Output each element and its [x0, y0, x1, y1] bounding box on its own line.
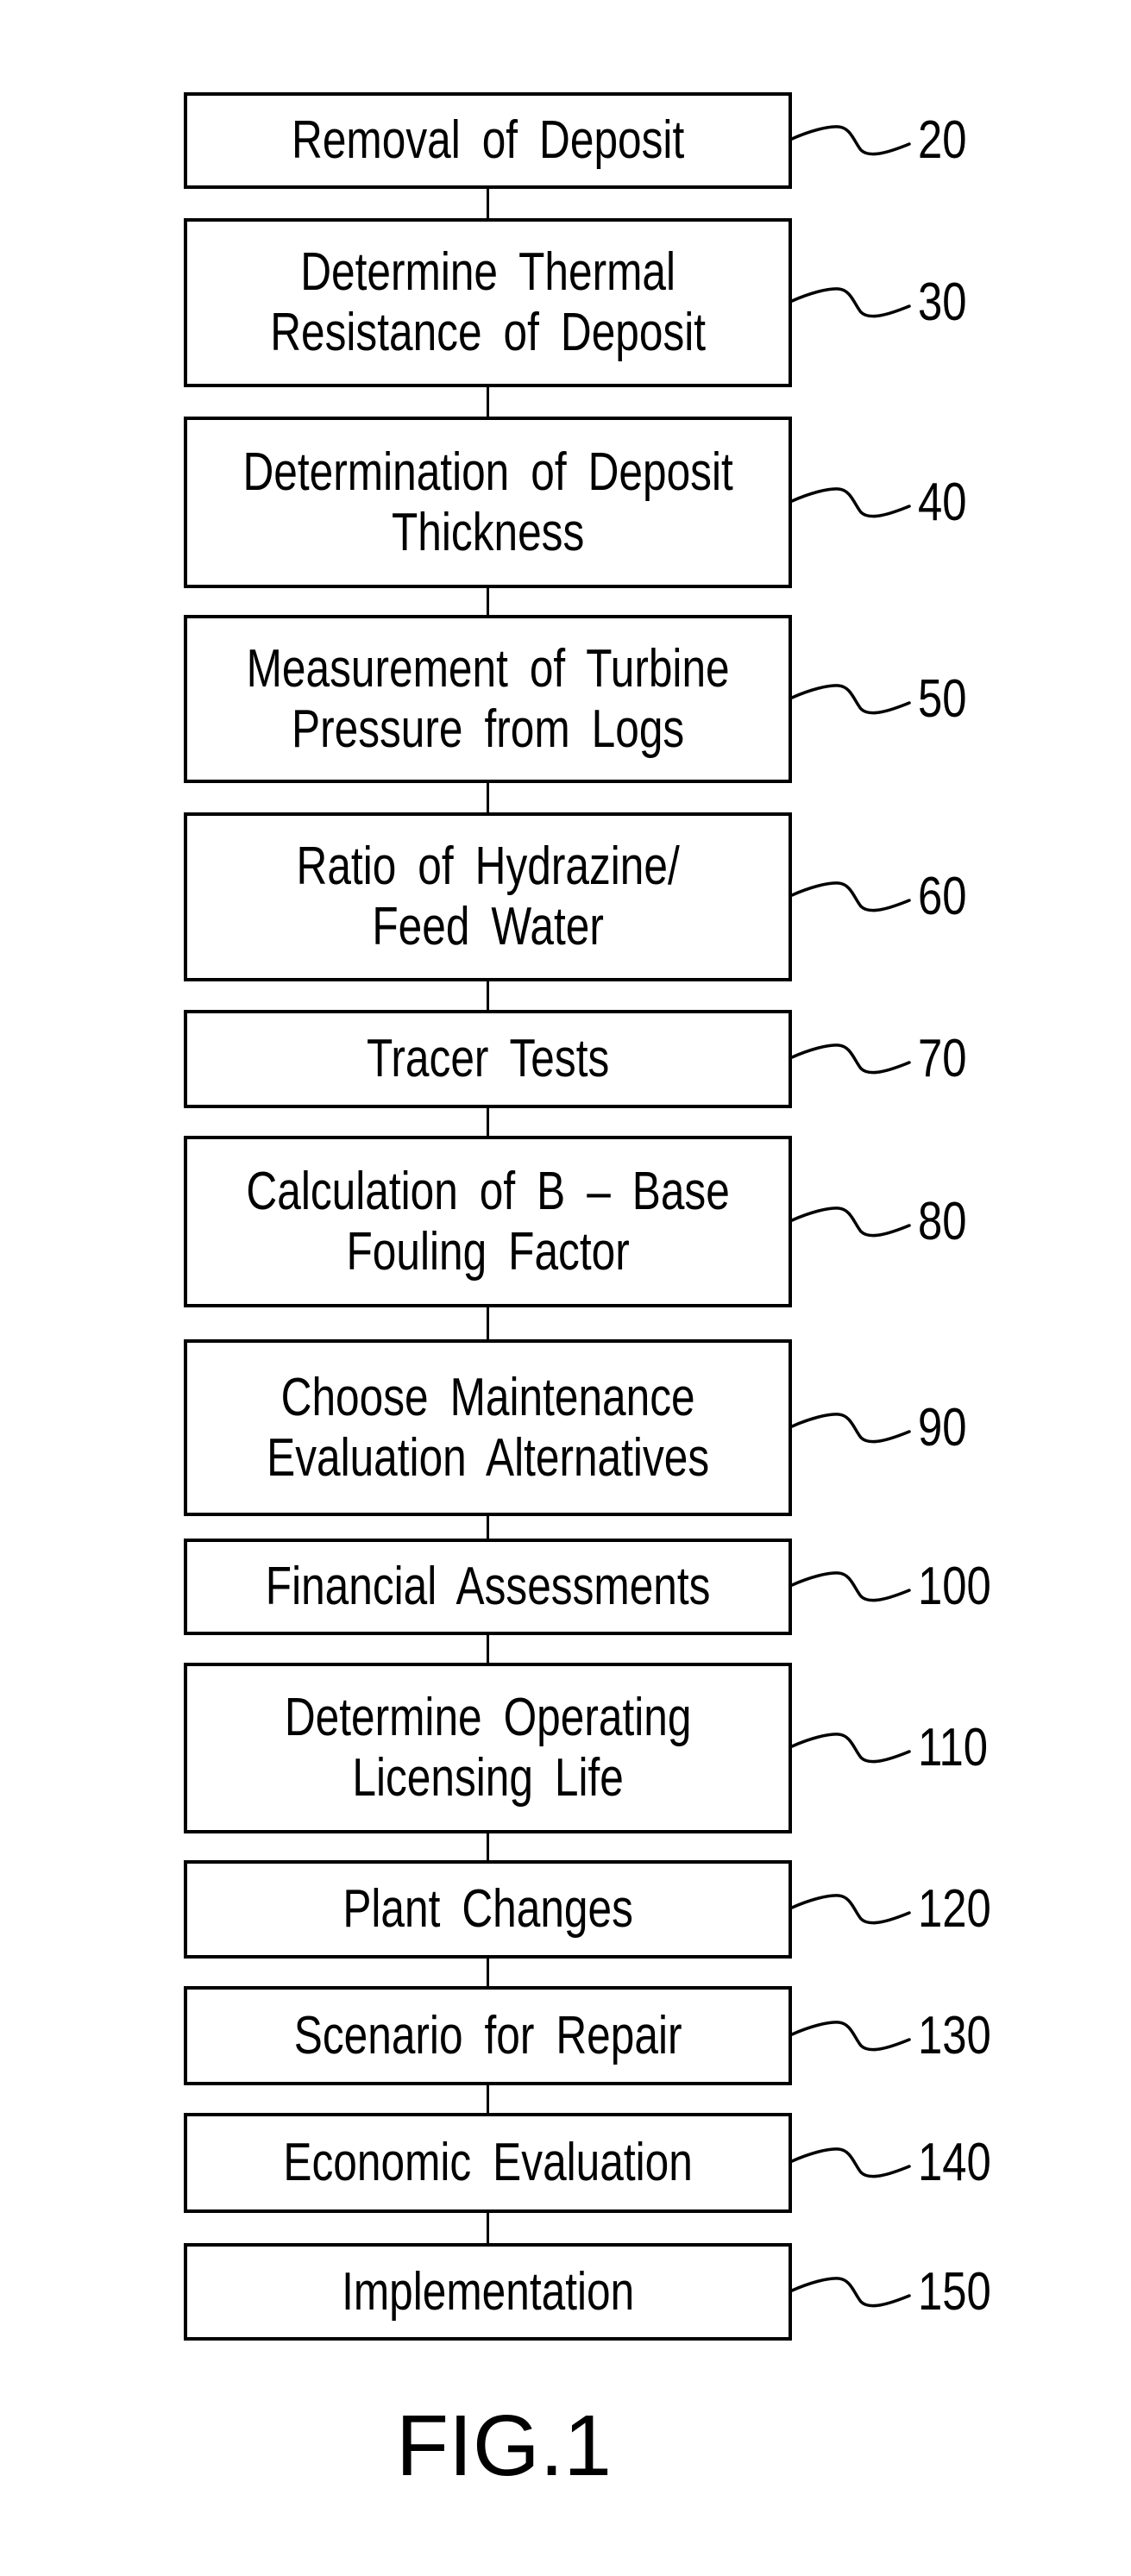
- leader-line-110: [790, 1733, 911, 1764]
- step-box-40: Determination of Deposit Thickness: [184, 417, 792, 588]
- step-label: Removal of Deposit: [291, 110, 685, 170]
- leader-line-80: [790, 1206, 911, 1237]
- leader-line-70: [790, 1044, 911, 1075]
- leader-squiggle: [790, 881, 911, 912]
- reference-numeral-20: 20: [918, 110, 967, 170]
- step-label: Determine Thermal Resistance of Deposit: [270, 242, 706, 362]
- leader-line-100: [790, 1571, 911, 1602]
- reference-numeral-150: 150: [918, 2261, 991, 2322]
- step-box-70: Tracer Tests: [184, 1010, 792, 1108]
- step-box-50: Measurement of Turbine Pressure from Log…: [184, 615, 792, 783]
- leader-squiggle: [790, 2276, 911, 2307]
- leader-line-90: [790, 1412, 911, 1443]
- flow-connector: [487, 981, 489, 1010]
- leader-line-20: [790, 125, 911, 156]
- step-box-30: Determine Thermal Resistance of Deposit: [184, 218, 792, 387]
- step-box-60: Ratio of Hydrazine/ Feed Water: [184, 812, 792, 981]
- reference-numeral-100: 100: [918, 1557, 991, 1616]
- step-box-110: Determine Operating Licensing Life: [184, 1663, 792, 1833]
- reference-numeral-30: 30: [918, 273, 967, 332]
- leader-line-120: [790, 1894, 911, 1925]
- leader-squiggle: [790, 683, 911, 714]
- leader-squiggle: [790, 287, 911, 318]
- reference-numeral-140: 140: [918, 2133, 991, 2192]
- leader-squiggle: [790, 1894, 911, 1925]
- leader-line-150: [790, 2276, 911, 2307]
- reference-numeral-80: 80: [918, 1191, 967, 1251]
- reference-numeral-110: 110: [918, 1718, 989, 1777]
- flow-connector: [487, 783, 489, 812]
- leader-line-40: [790, 486, 911, 517]
- step-label: Scenario for Repair: [293, 2005, 682, 2065]
- step-box-130: Scenario for Repair: [184, 1986, 792, 2085]
- reference-numeral-70: 70: [918, 1029, 967, 1088]
- flow-connector: [487, 1635, 489, 1663]
- leader-line-30: [790, 287, 911, 318]
- reference-numeral-90: 90: [918, 1397, 967, 1457]
- flow-connector: [487, 2085, 489, 2113]
- reference-numeral-60: 60: [918, 867, 967, 926]
- leader-line-60: [790, 881, 911, 912]
- reference-numeral-50: 50: [918, 668, 967, 729]
- leader-squiggle: [790, 2020, 911, 2051]
- flow-connector: [487, 588, 489, 615]
- flow-connector: [487, 1307, 489, 1339]
- reference-numeral-130: 130: [918, 2005, 991, 2065]
- leader-squiggle: [790, 1044, 911, 1075]
- step-label: Plant Changes: [342, 1879, 633, 1939]
- step-box-90: Choose Maintenance Evaluation Alternativ…: [184, 1339, 792, 1516]
- leader-squiggle: [790, 1412, 911, 1443]
- step-label: Calculation of B – Base Fouling Factor: [246, 1161, 730, 1282]
- leader-line-50: [790, 683, 911, 714]
- step-box-140: Economic Evaluation: [184, 2113, 792, 2213]
- flow-connector: [487, 1833, 489, 1860]
- step-box-80: Calculation of B – Base Fouling Factor: [184, 1136, 792, 1307]
- step-box-120: Plant Changes: [184, 1860, 792, 1959]
- step-box-150: Implementation: [184, 2243, 792, 2341]
- step-label: Implementation: [341, 2261, 635, 2322]
- step-box-20: Removal of Deposit: [184, 92, 792, 189]
- step-label: Financial Assessments: [265, 1557, 711, 1616]
- flowchart: Removal of Deposit 20 Determine Thermal Re…: [0, 0, 1131, 2576]
- step-label: Choose Maintenance Evaluation Alternativ…: [266, 1367, 709, 1488]
- leader-line-130: [790, 2020, 911, 2051]
- reference-numeral-120: 120: [918, 1879, 991, 1939]
- flow-connector: [487, 2213, 489, 2243]
- leader-squiggle: [790, 125, 911, 156]
- step-label: Tracer Tests: [366, 1029, 610, 1088]
- step-label: Ratio of Hydrazine/ Feed Water: [296, 837, 680, 956]
- flow-connector: [487, 1108, 489, 1136]
- reference-numeral-40: 40: [918, 472, 967, 532]
- step-label: Determine Operating Licensing Life: [284, 1688, 692, 1808]
- leader-squiggle: [790, 1206, 911, 1237]
- step-label: Determination of Deposit Thickness: [242, 442, 733, 562]
- leader-squiggle: [790, 486, 911, 517]
- flow-connector: [487, 1959, 489, 1986]
- figure-caption: FIG.1: [395, 2397, 613, 2494]
- step-box-100: Financial Assessments: [184, 1539, 792, 1635]
- leader-squiggle: [790, 2147, 911, 2178]
- leader-squiggle: [790, 1571, 911, 1602]
- flow-connector: [487, 387, 489, 417]
- leader-line-140: [790, 2147, 911, 2178]
- flow-connector: [487, 189, 489, 218]
- step-label: Economic Evaluation: [283, 2133, 693, 2192]
- leader-squiggle: [790, 1733, 911, 1764]
- step-label: Measurement of Turbine Pressure from Log…: [246, 638, 730, 759]
- flow-connector: [487, 1516, 489, 1539]
